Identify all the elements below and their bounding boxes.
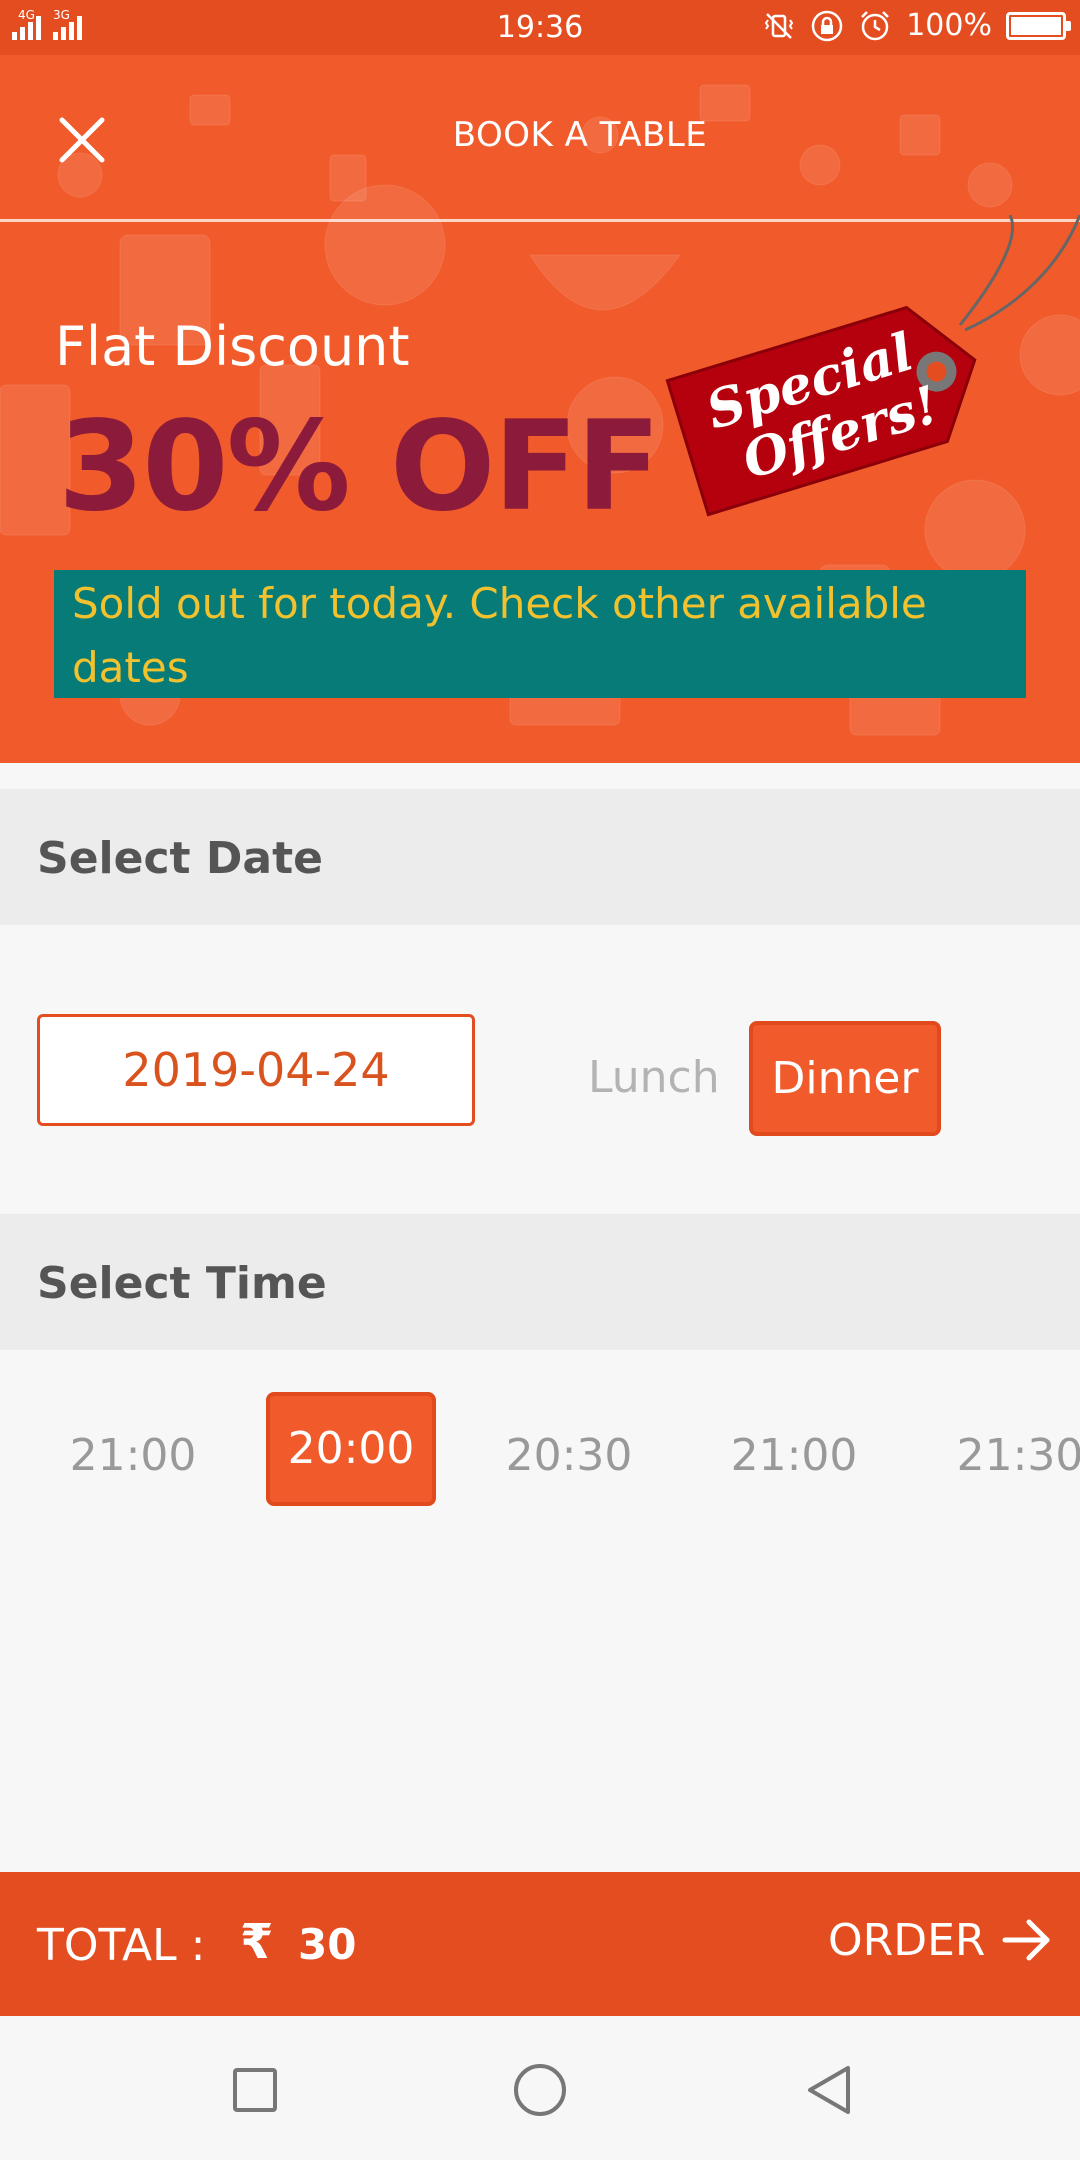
special-offers-tag: Special Offers!	[665, 215, 1080, 517]
offer-banner: BOOK A TABLE Flat Discount 30% OFF Speci…	[0, 55, 1080, 763]
meal-option-dinner[interactable]: Dinner	[749, 1021, 941, 1136]
total-label: TOTAL :	[37, 1920, 206, 1971]
battery-percent: 100%	[906, 8, 992, 43]
triangle-back-icon[interactable]	[800, 2060, 860, 2120]
header-bar: BOOK A TABLE	[0, 55, 1080, 222]
alarm-icon	[861, 10, 890, 40]
lock-rotation-icon	[811, 10, 843, 41]
select-time-heading: Select Time	[37, 1258, 327, 1309]
select-time-header: Select Time	[0, 1214, 1080, 1350]
date-picker-field[interactable]: 2019-04-24	[37, 1014, 475, 1126]
page-title: BOOK A TABLE	[452, 115, 708, 155]
square-icon[interactable]	[225, 2060, 285, 2120]
time-slot[interactable]: 21:00	[694, 1430, 894, 1481]
discount-amount: 30% OFF	[58, 395, 661, 539]
time-slot-list[interactable]: 21:00 20:00 20:30 21:00 21:30	[0, 1350, 1080, 1530]
arrow-right-icon	[1002, 1919, 1050, 1961]
meal-option-lunch[interactable]: Lunch	[588, 1052, 720, 1103]
system-nav-bar	[0, 2016, 1080, 2160]
circle-icon[interactable]	[510, 2060, 570, 2120]
sold-out-notice: Sold out for today. Check other availabl…	[54, 570, 1026, 698]
rupee-icon: ₹	[240, 1914, 274, 1970]
flat-discount-label: Flat Discount	[55, 315, 410, 378]
select-date-header: Select Date	[0, 789, 1080, 925]
order-button[interactable]: ORDER	[828, 1912, 1055, 1968]
vibrate-icon	[765, 12, 794, 39]
time-slot[interactable]: 20:30	[469, 1430, 669, 1481]
status-bar: 4G 3G 19:36 100%	[0, 0, 1080, 55]
time-slot[interactable]: 21:00	[33, 1430, 233, 1481]
battery-icon	[1006, 11, 1071, 40]
time-slot-selected[interactable]: 20:00	[266, 1392, 436, 1506]
order-label: ORDER	[828, 1914, 986, 1966]
status-icons: 100%	[762, 8, 1071, 43]
time-slot[interactable]: 21:30	[920, 1430, 1080, 1481]
order-bar: TOTAL : ₹ 30 ORDER	[0, 1872, 1080, 2016]
total-amount: 30	[298, 1920, 357, 1969]
select-date-heading: Select Date	[37, 833, 323, 884]
